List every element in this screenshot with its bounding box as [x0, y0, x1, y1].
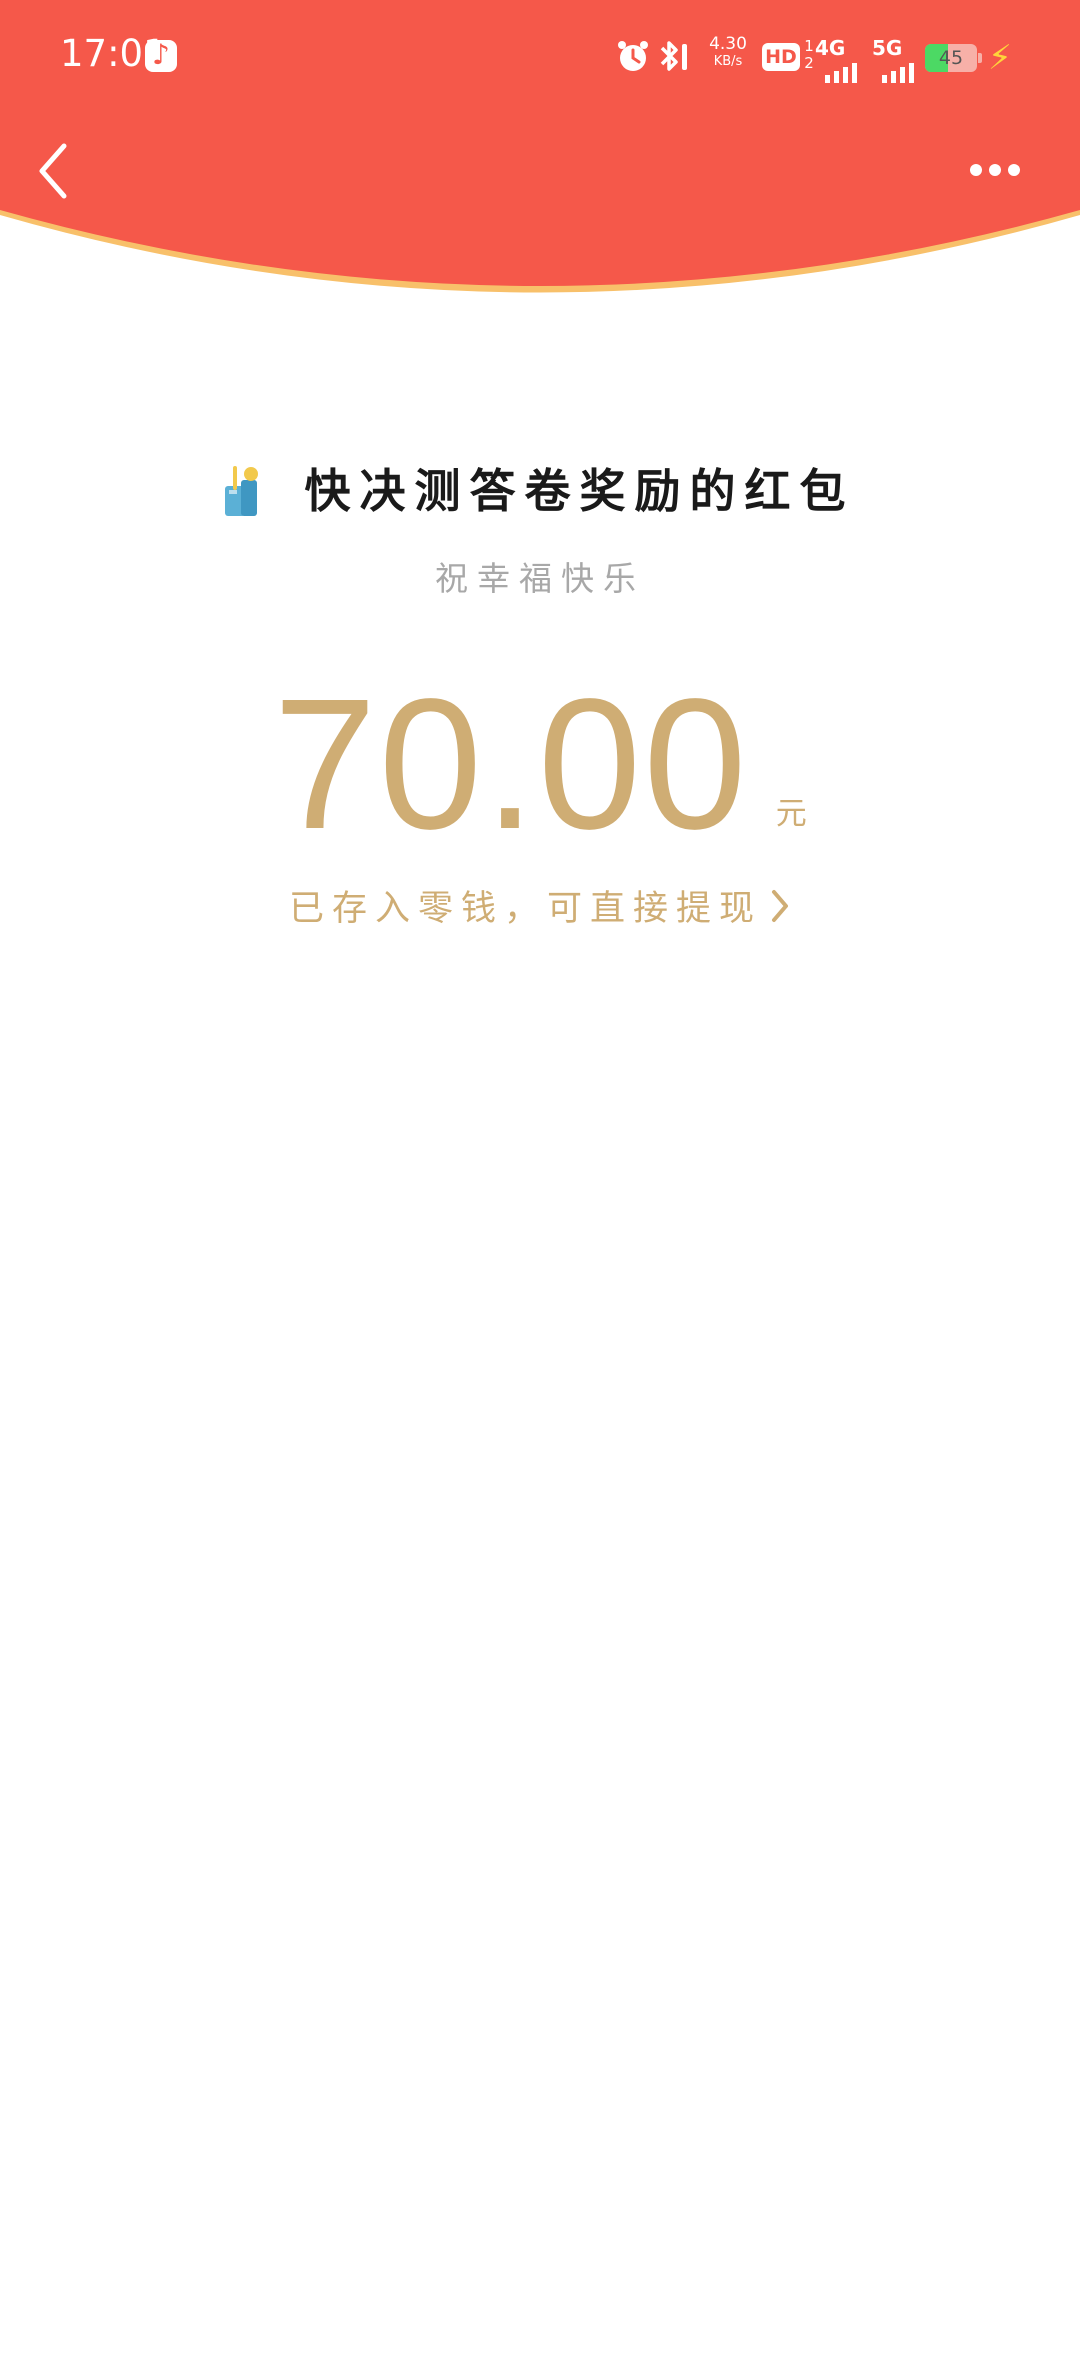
withdraw-text: 已存入零钱，可直接提现	[288, 889, 762, 929]
survey-app-icon	[225, 460, 265, 516]
charging-bolt-icon: ⚡	[988, 38, 1012, 78]
amount-value: 70.00	[273, 661, 749, 868]
greeting-text: 祝幸福快乐	[435, 559, 645, 598]
chevron-right-icon	[772, 889, 789, 922]
battery-icon: 45	[925, 44, 977, 72]
more-dots-icon	[970, 164, 982, 176]
back-button[interactable]	[30, 138, 80, 204]
more-button[interactable]	[960, 150, 1030, 190]
sender-title: 快决测答卷奖励的红包	[304, 464, 855, 518]
more-dot	[1008, 164, 1020, 176]
status-bar: 17:01 4.30 KB/s HD 12 4G 5G 45 ⚡	[0, 0, 1080, 116]
signal-5g-icon	[882, 63, 914, 83]
hd-badge: HD	[762, 43, 800, 71]
alarm-icon	[618, 41, 648, 71]
battery-tip	[978, 53, 982, 63]
amount-row: 70.00 元	[0, 665, 1080, 865]
net-speed-value: 4.30	[709, 34, 747, 54]
net-speed-unit: KB/s	[713, 54, 743, 69]
withdraw-link[interactable]: 已存入零钱，可直接提现	[0, 880, 1080, 931]
hd-sim-index: 12	[804, 37, 814, 72]
net-speed: 4.30 KB/s	[706, 36, 750, 70]
signal-4g-icon	[825, 63, 857, 83]
bluetooth-icon	[660, 41, 687, 71]
currency-label: 元	[775, 796, 807, 832]
tiktok-icon	[145, 38, 177, 72]
battery-level: 45	[938, 47, 964, 69]
sender-row: 快决测答卷奖励的红包	[0, 455, 1080, 518]
more-dot	[989, 164, 1001, 176]
chevron-left-icon	[39, 143, 67, 199]
